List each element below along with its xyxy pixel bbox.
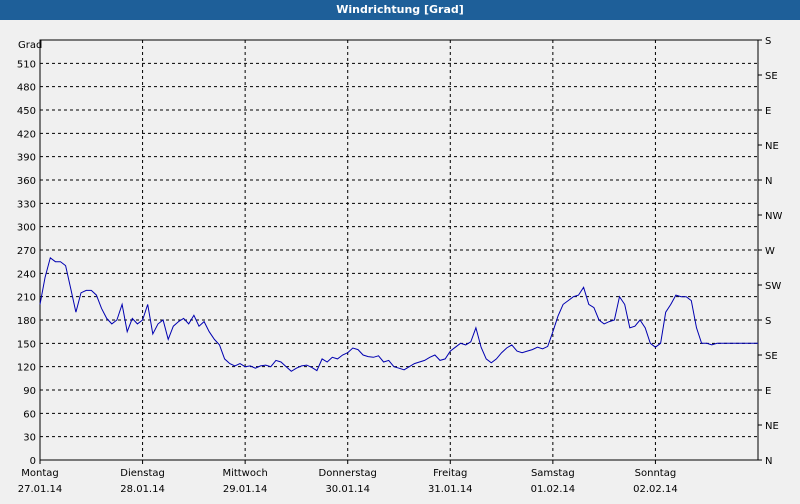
y-tick-label: 60 [23, 409, 36, 420]
y-tick-label: 390 [17, 153, 36, 164]
grid-layer [40, 40, 758, 460]
y-tick-label: 510 [17, 59, 36, 70]
x-day-label: Samstag [531, 468, 575, 479]
right-axis-label: N [765, 456, 772, 467]
x-date-label: 01.02.14 [531, 484, 576, 495]
right-axis-label: NE [765, 141, 779, 152]
x-date-label: 29.01.14 [223, 484, 268, 495]
x-date-label: 27.01.14 [18, 484, 63, 495]
right-axis-label: NE [765, 421, 779, 432]
right-axis-label: NW [765, 211, 782, 222]
right-axis-label: SW [765, 281, 781, 292]
x-date-label: 28.01.14 [120, 484, 165, 495]
y-tick-label: 300 [17, 223, 36, 234]
y-axis-label: Grad [18, 40, 42, 51]
x-day-label: Dienstag [120, 468, 165, 479]
x-day-label: Freitag [433, 468, 467, 479]
x-date-label: 02.02.14 [633, 484, 678, 495]
y-tick-label: 240 [17, 269, 36, 280]
y-tick-label: 360 [17, 176, 36, 187]
y-tick-label: 180 [17, 316, 36, 327]
right-axis-label: SE [765, 351, 778, 362]
y-tick-label: 210 [17, 293, 36, 304]
y-tick-label: 120 [17, 363, 36, 374]
right-axis-label: SE [765, 71, 778, 82]
wind-direction-chart: 0 30 60 90 120 150 180 210 240 270 300 330 360 390 420… [17, 36, 783, 495]
x-date-label: 31.01.14 [428, 484, 473, 495]
right-axis-label: S [765, 316, 771, 327]
x-day-label: Donnerstag [319, 468, 377, 479]
y-tick-label: 450 [17, 106, 36, 117]
chart-area: 0 30 60 90 120 150 180 210 240 270 300 330 360 390 420… [0, 20, 800, 500]
right-axis-label: S [765, 36, 771, 47]
right-axis-label: E [765, 386, 771, 397]
wind-direction-line [39, 256, 758, 372]
x-day-label: Montag [21, 468, 58, 479]
plot-frame [39, 39, 759, 461]
y-tick-label: 480 [17, 83, 36, 94]
x-date-label: 30.01.14 [325, 484, 370, 495]
chart-title: Windrichtung [Grad] [0, 0, 800, 20]
x-day-label: Sonntag [635, 468, 677, 479]
y-tick-label: 90 [23, 386, 36, 397]
axis-layer: 0 30 60 90 120 150 180 210 240 270 300 330 360 390 420… [17, 36, 783, 495]
y-tick-label: 30 [23, 433, 36, 444]
right-axis-label: E [765, 106, 771, 117]
y-tick-label: 150 [17, 339, 36, 350]
right-axis-label: N [765, 176, 772, 187]
y-tick-label: 270 [17, 246, 36, 257]
y-tick-label: 0 [30, 456, 36, 467]
y-tick-label: 330 [17, 199, 36, 210]
x-day-label: Mittwoch [222, 468, 267, 479]
y-tick-label: 420 [17, 129, 36, 140]
right-axis-label: W [765, 246, 775, 257]
